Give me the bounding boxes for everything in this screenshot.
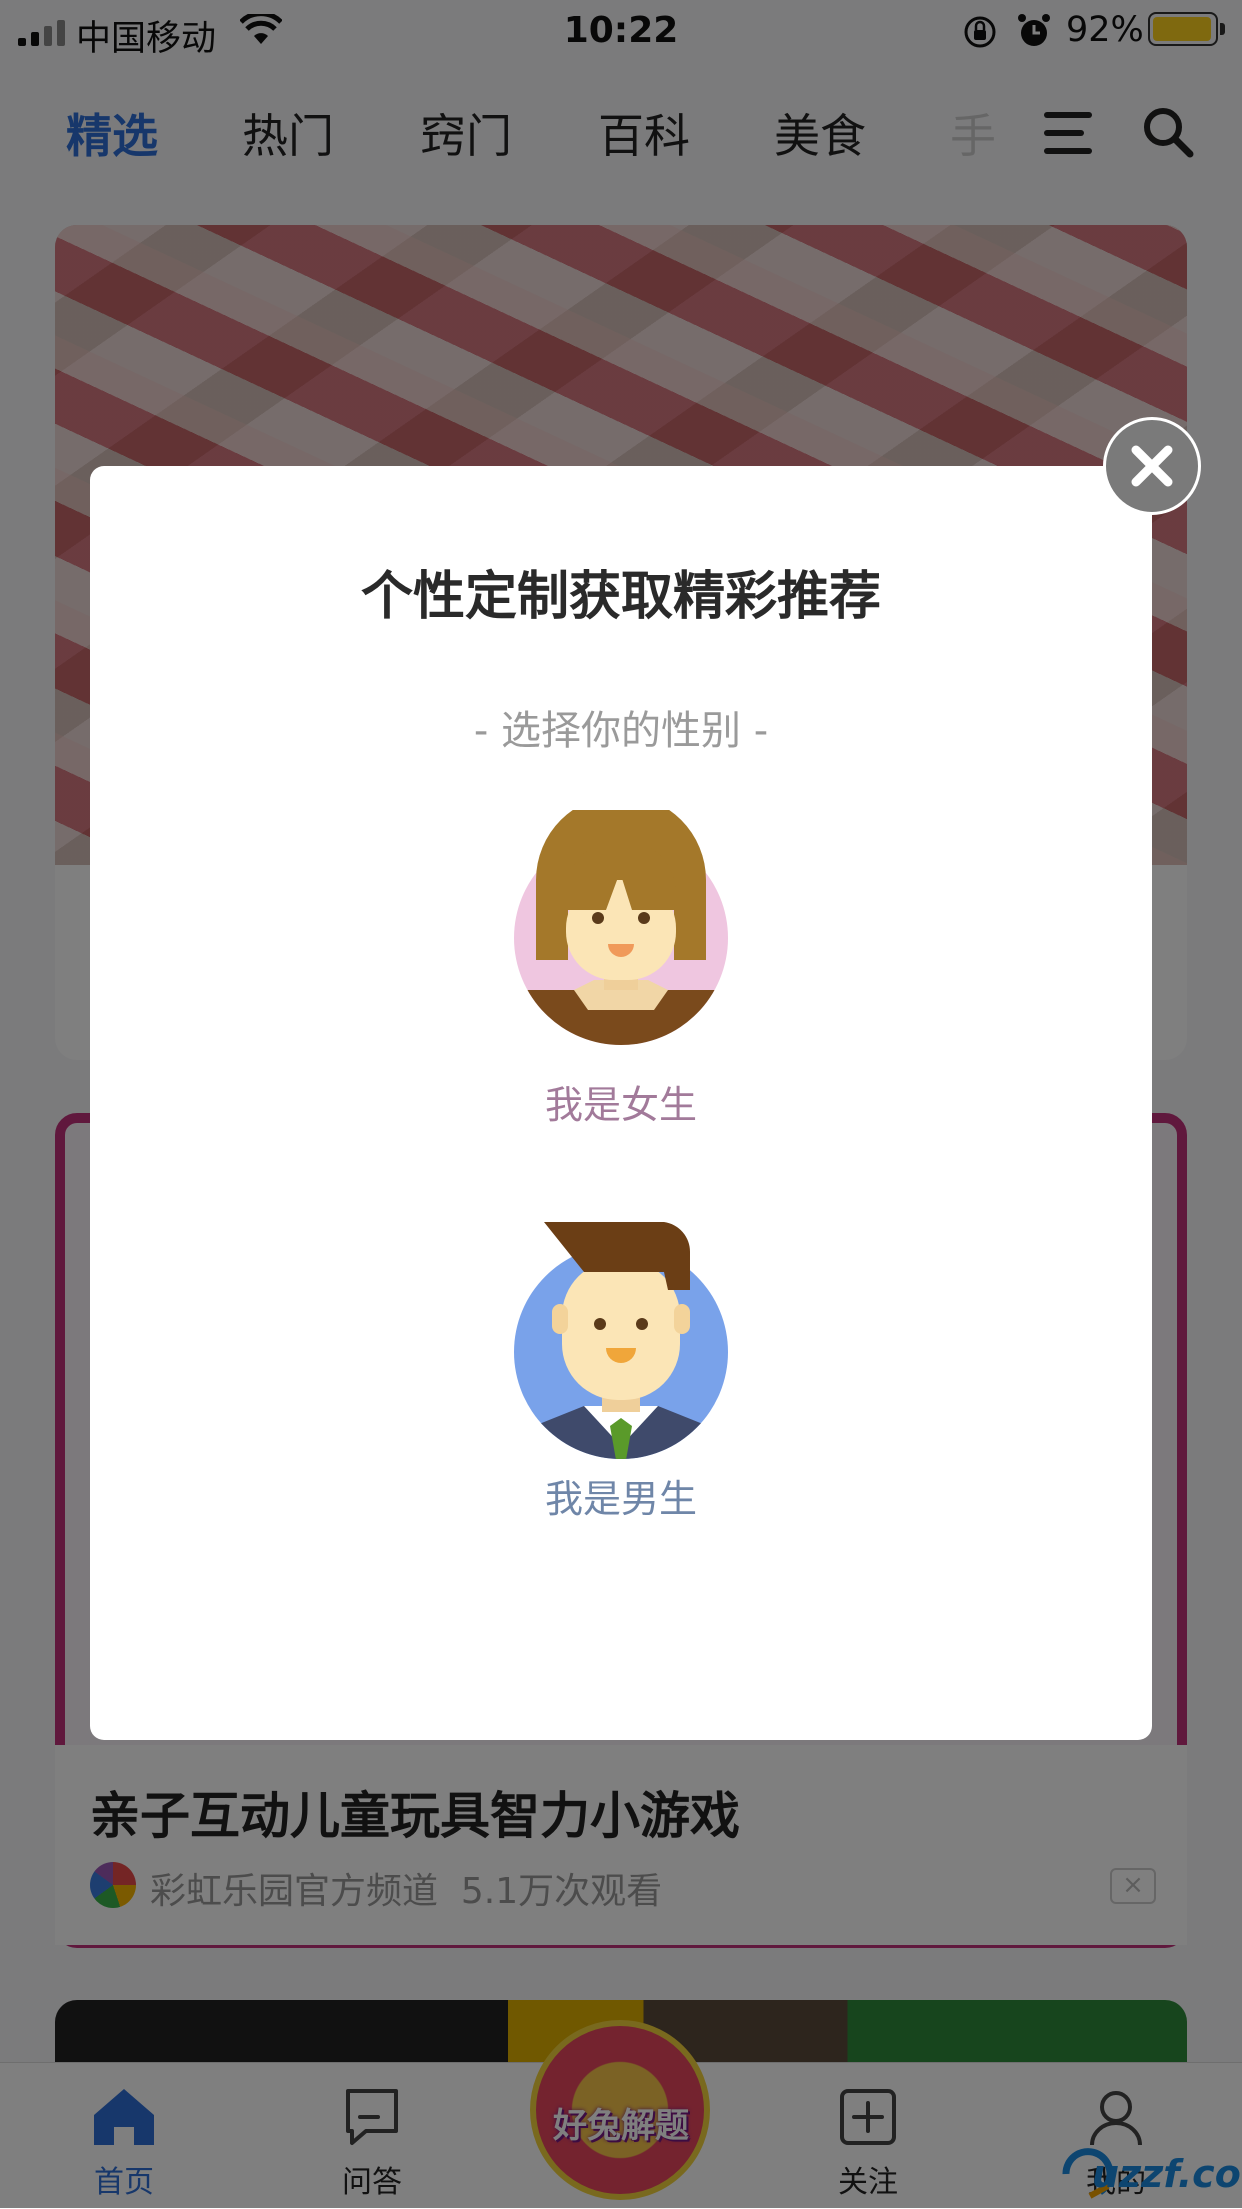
female-option-label[interactable]: 我是女生 (90, 1074, 1152, 1129)
female-avatar-icon[interactable] (514, 810, 728, 1050)
gender-selection-dialog: 个性定制获取精彩推荐 - 选择你的性别 - 我是女生 我是男生 (90, 466, 1152, 1740)
dialog-title: 个性定制获取精彩推荐 (360, 567, 881, 627)
close-button[interactable] (1103, 417, 1201, 515)
close-icon (1131, 445, 1173, 487)
male-option-label[interactable]: 我是男生 (90, 1468, 1152, 1523)
male-avatar-icon[interactable] (514, 1220, 728, 1460)
dialog-subtitle: - 选择你的性别 - (473, 708, 769, 754)
